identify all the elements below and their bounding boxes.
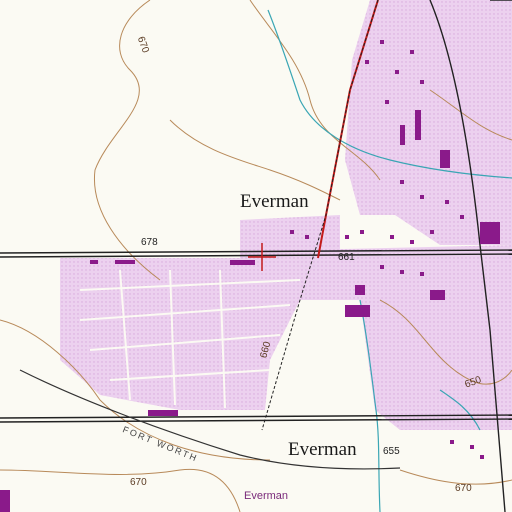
elevation-label: 670 [130, 477, 147, 488]
urban-area-east [300, 245, 512, 430]
elevation-label: 655 [383, 446, 400, 457]
elevation-label: 670 [455, 483, 472, 494]
elevation-label: 678 [141, 237, 158, 248]
map-graphics [0, 0, 512, 512]
elevation-label: 661 [338, 252, 355, 263]
topo-map[interactable]: Everman Everman Everman 670 678 661 660 … [0, 0, 512, 512]
town-label-small: Everman [244, 490, 289, 502]
town-label-north: Everman [240, 191, 309, 212]
urban-area-north [345, 0, 512, 245]
town-label-south: Everman [288, 439, 357, 460]
